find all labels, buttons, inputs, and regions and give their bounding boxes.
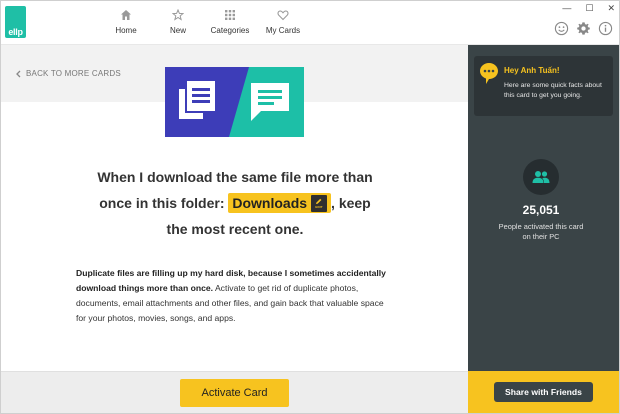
headline-folder-lead: once in this folder: <box>99 195 225 211</box>
users-badge <box>523 159 559 195</box>
folder-name: Downloads <box>232 195 308 212</box>
card-facts-sidebar: Hey Anh Tuấn! Here are some quick facts … <box>468 45 619 371</box>
chat-bubble-icon <box>479 62 499 84</box>
window-controls: — ☐ ✕ <box>562 3 615 14</box>
card-banner <box>165 67 304 137</box>
grid-icon <box>225 10 235 20</box>
pencil-icon <box>316 198 322 204</box>
app-window: ellp Home New Categories My Cards — ☐ ✕ <box>0 0 620 414</box>
nav-categories[interactable]: Categories <box>200 9 260 35</box>
activate-card-button[interactable]: Activate Card <box>180 379 289 407</box>
headline-keep: , keep <box>331 195 371 211</box>
chevron-left-icon <box>16 70 21 77</box>
back-link-label: BACK TO MORE CARDS <box>26 69 121 78</box>
activation-count-label: People activated this card on their PC <box>498 222 584 241</box>
edit-folder-button[interactable]: EDIT <box>311 194 328 212</box>
nav-home-label: Home <box>115 26 137 35</box>
nav-new-label: New <box>169 26 186 35</box>
share-with-friends-button[interactable]: Share with Friends <box>494 382 593 402</box>
minimize-button[interactable]: — <box>562 3 571 14</box>
headline-line-3: the most recent one. <box>166 221 304 237</box>
heart-icon <box>277 10 289 21</box>
top-bar: ellp Home New Categories My Cards — ☐ ✕ <box>1 1 619 45</box>
edit-label: EDIT <box>315 204 323 209</box>
top-icons <box>554 21 613 36</box>
nav-my-cards-label: My Cards <box>265 26 301 35</box>
nav-new[interactable]: New <box>148 9 208 35</box>
gear-icon[interactable] <box>576 21 591 36</box>
users-icon <box>532 171 550 183</box>
tip-bubble: Hey Anh Tuấn! Here are some quick facts … <box>474 56 613 116</box>
home-icon <box>121 10 131 20</box>
info-icon[interactable] <box>598 21 613 36</box>
bottom-bar: Activate Card <box>1 371 468 413</box>
headline-line-1: When I download the same file more than <box>97 169 373 185</box>
activation-count: 25,051 <box>522 203 560 217</box>
share-bar: Share with Friends <box>468 371 619 413</box>
smiley-icon[interactable] <box>554 21 569 36</box>
card-headline: When I download the same file more than … <box>41 164 429 242</box>
card-banner-art <box>165 67 304 137</box>
folder-selector[interactable]: Downloads EDIT <box>228 193 332 214</box>
card-description: Duplicate files are filling up my hard d… <box>76 266 386 326</box>
back-to-cards-link[interactable]: BACK TO MORE CARDS <box>15 69 121 78</box>
tip-body: Here are some quick facts about this car… <box>504 82 602 99</box>
nav-categories-label: Categories <box>210 26 250 35</box>
star-icon <box>172 9 184 21</box>
ellp-logo[interactable]: ellp <box>5 6 26 38</box>
headline-line-2: once in this folder: Downloads EDIT , keep <box>41 190 429 216</box>
maximize-button[interactable]: ☐ <box>585 3 593 14</box>
card-detail: BACK TO MORE CARDS When I download the s… <box>1 45 468 371</box>
logo-text: ellp <box>8 27 23 37</box>
nav-my-cards[interactable]: My Cards <box>253 9 313 35</box>
tip-title: Hey Anh Tuấn! <box>504 66 560 75</box>
nav-home[interactable]: Home <box>96 9 156 35</box>
close-button[interactable]: ✕ <box>607 3 615 14</box>
